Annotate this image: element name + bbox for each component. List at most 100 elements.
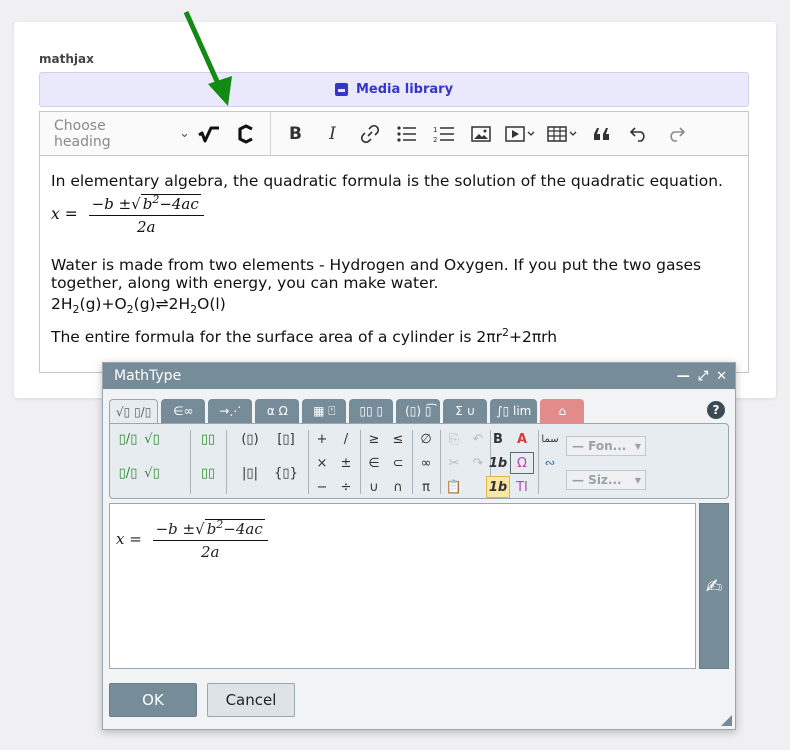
italic-button[interactable]: I: [314, 119, 351, 149]
paragraph-3: The entire formula for the surface area …: [51, 326, 737, 347]
font-combo[interactable]: — Fon... ▼: [566, 436, 646, 456]
parentheses-icon[interactable]: (▯): [232, 428, 268, 450]
divide-slash-icon[interactable]: /: [334, 428, 358, 450]
tab-arrows[interactable]: →⋰: [208, 399, 253, 423]
less-equal-icon[interactable]: ≤: [386, 428, 410, 450]
absolute-value-icon[interactable]: |▯|: [232, 462, 268, 484]
numbered-list-button[interactable]: 12: [425, 119, 462, 149]
formula-editor-area[interactable]: x = −b ±√ b2−4ac 2a: [109, 503, 696, 669]
field-label: mathjax: [39, 52, 94, 66]
help-icon[interactable]: ?: [707, 401, 725, 419]
sqrt-body: b2−4ac: [140, 193, 201, 213]
form-card: mathjax Media library Choose heading ⌄ B…: [14, 22, 776, 398]
editor-numerator-text: −b ±: [155, 520, 196, 538]
image-button[interactable]: [462, 119, 499, 149]
palette-relations: ≥ ∈ ∪ ≤ ⊂ ∩: [362, 428, 410, 500]
bulleted-list-button[interactable]: [388, 119, 425, 149]
rtl-icon[interactable]: سما: [538, 428, 562, 450]
tab-scripts[interactable]: ▯▯ ▯: [349, 399, 394, 423]
table-button[interactable]: [541, 119, 583, 149]
cut-icon[interactable]: ✂: [442, 452, 466, 474]
cancel-button[interactable]: Cancel: [207, 683, 295, 717]
palette-style: B 1b 1b A Ω TI: [486, 428, 534, 500]
dialog-titlebar[interactable]: MathType — ⤢ ✕: [103, 363, 735, 389]
empty-set-icon[interactable]: ∅: [414, 428, 438, 450]
pi-icon[interactable]: π: [414, 476, 438, 498]
plus-icon[interactable]: +: [310, 428, 334, 450]
sqrt-sign: √: [131, 194, 141, 213]
paste-icon[interactable]: 📋: [442, 476, 466, 498]
chem-b-sub: 2: [126, 302, 134, 316]
blockquote-icon: [593, 127, 609, 140]
media-library-button[interactable]: Media library: [39, 72, 749, 107]
mathtype-button[interactable]: [190, 119, 227, 149]
text-mode-icon[interactable]: TI: [510, 476, 534, 498]
nth-root-icon[interactable]: √▯: [140, 462, 164, 484]
tab-big-operators[interactable]: Σ ∪: [443, 399, 488, 423]
sqrt-b: b: [142, 194, 153, 213]
square-root-icon[interactable]: √▯: [140, 428, 164, 450]
linebreak-icon[interactable]: ∾: [538, 452, 562, 474]
italic-b-icon[interactable]: 1b: [486, 452, 510, 474]
tab-contextual[interactable]: ⌂: [540, 399, 585, 423]
bold-icon: B: [289, 123, 302, 144]
symbol-palette: ▯/▯ ▯/▯ √▯ √▯ ▯▯ ▯▯ (▯) |▯| [▯] {▯} + × …: [109, 423, 729, 499]
maximize-icon[interactable]: ⤢: [698, 369, 708, 384]
palette-brackets: (▯) |▯| [▯] {▯}: [232, 428, 304, 496]
tab-calculus[interactable]: ∫▯ lim: [490, 399, 538, 423]
dialog-title: MathType: [114, 368, 182, 384]
tab-general[interactable]: √▯ ▯/▯: [109, 399, 159, 423]
numerator-text: −b ±: [91, 194, 132, 213]
plus-minus-icon[interactable]: ±: [334, 452, 358, 474]
chem-c-rest: O(l): [197, 294, 226, 313]
blockquote-button[interactable]: [583, 119, 620, 149]
infinity-icon[interactable]: ∞: [414, 452, 438, 474]
tab-greek[interactable]: α Ω: [255, 399, 300, 423]
superscript-icon[interactable]: ▯▯: [196, 428, 220, 450]
bold-button[interactable]: B: [277, 119, 314, 149]
size-combo-value: — Siz...: [572, 473, 622, 487]
size-combo[interactable]: — Siz... ▼: [566, 470, 646, 490]
close-icon[interactable]: ✕: [716, 369, 727, 384]
media-embed-button[interactable]: [499, 119, 541, 149]
tab-decorations[interactable]: (▯) ▯͡: [396, 399, 441, 423]
element-of-icon[interactable]: ∈: [362, 452, 386, 474]
handwriting-toggle[interactable]: ✍: [699, 503, 729, 669]
editor-content[interactable]: In elementary algebra, the quadratic for…: [40, 156, 748, 363]
editor-lhs: x: [116, 530, 125, 548]
link-button[interactable]: [351, 119, 388, 149]
subscript-icon[interactable]: ▯▯: [196, 462, 220, 484]
divide-icon[interactable]: ÷: [334, 476, 358, 498]
times-icon[interactable]: ×: [310, 452, 334, 474]
bevelled-fraction-icon[interactable]: ▯/▯: [116, 462, 140, 484]
palette-divider: [360, 430, 361, 494]
tab-symbols[interactable]: ∈∞: [161, 399, 206, 423]
redo-button[interactable]: [657, 119, 694, 149]
cylinder-formula-b: +2πrh: [508, 328, 558, 347]
fraction-icon[interactable]: ▯/▯: [116, 428, 140, 450]
greater-equal-icon[interactable]: ≥: [362, 428, 386, 450]
union-icon[interactable]: ∪: [362, 476, 386, 498]
bold-icon[interactable]: B: [486, 428, 510, 450]
manual-style-icon[interactable]: 1b: [486, 476, 510, 498]
minimize-icon[interactable]: —: [677, 369, 690, 384]
resize-grip-icon[interactable]: [721, 715, 732, 726]
text-color-icon[interactable]: A: [510, 428, 534, 450]
undo-button[interactable]: [620, 119, 657, 149]
subset-icon[interactable]: ⊂: [386, 452, 410, 474]
chemtype-button[interactable]: [227, 119, 264, 149]
ok-button[interactable]: OK: [109, 683, 197, 717]
palette-edit: ⎘ ✂ 📋 ↶ ↷: [442, 428, 490, 500]
cylinder-formula-exp: 2: [501, 326, 509, 340]
editor-numerator: −b ±√ b2−4ac: [152, 518, 268, 541]
copy-icon[interactable]: ⎘: [442, 428, 466, 450]
intersection-icon[interactable]: ∩: [386, 476, 410, 498]
heading-dropdown[interactable]: Choose heading ⌄: [54, 117, 190, 150]
square-brackets-icon[interactable]: [▯]: [268, 428, 304, 450]
heading-placeholder: Choose heading: [54, 117, 111, 150]
special-characters-icon[interactable]: Ω: [510, 452, 534, 474]
minus-icon[interactable]: −: [310, 476, 334, 498]
curly-braces-icon[interactable]: {▯}: [268, 462, 304, 484]
tab-matrices[interactable]: ▦ ⍞: [302, 399, 347, 423]
quadratic-formula: x = −b ±√ b2−4ac 2a: [51, 193, 737, 236]
